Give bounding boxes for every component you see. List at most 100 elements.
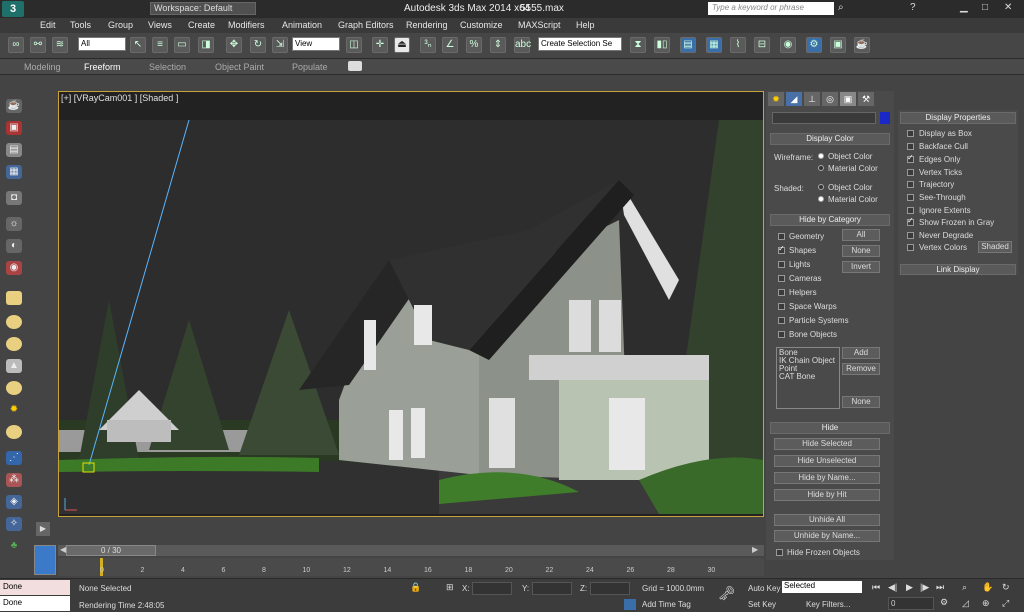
y-coord-field[interactable] xyxy=(532,582,572,595)
see-through-checkbox[interactable] xyxy=(907,194,914,201)
space-warps-checkbox[interactable] xyxy=(778,303,785,310)
shapes-checkbox[interactable] xyxy=(778,244,785,254)
geometry-checkbox[interactable] xyxy=(778,233,785,240)
modify-tab-icon[interactable]: ◢ xyxy=(786,92,802,106)
align-icon[interactable]: ▮▯ xyxy=(654,37,670,53)
lock-selection-icon[interactable]: 🔒 xyxy=(410,582,421,593)
hide-selected-button[interactable]: Hide Selected xyxy=(774,438,880,450)
nav-zoom-icon[interactable]: ⌕ xyxy=(962,582,967,593)
maxscript-listener-field[interactable]: Done xyxy=(0,580,70,595)
menu-graph-editors[interactable]: Graph Editors xyxy=(338,20,394,30)
mirror-icon[interactable]: ⧗ xyxy=(630,37,646,53)
tab-populate[interactable]: Populate xyxy=(292,62,328,72)
unhide-all-button[interactable]: Unhide All xyxy=(774,514,880,526)
maxscript-input-field[interactable]: Done xyxy=(0,596,70,611)
manipulate-icon[interactable]: ✛ xyxy=(372,37,388,53)
hide-by-category-rollout-header[interactable]: Hide by Category xyxy=(770,214,890,226)
sphere-icon[interactable] xyxy=(6,315,22,329)
close-icon[interactable]: ✕ xyxy=(1004,2,1012,13)
cloth-icon[interactable]: ◈ xyxy=(6,495,22,509)
rendered-frame-icon[interactable]: ▣ xyxy=(830,37,846,53)
cone-icon[interactable]: ▲ xyxy=(6,359,22,373)
vertex-colors-checkbox[interactable] xyxy=(907,244,914,251)
vertex-ticks-checkbox[interactable] xyxy=(907,169,914,176)
particle-systems-checkbox[interactable] xyxy=(778,317,785,324)
select-object-icon[interactable]: ↖ xyxy=(130,37,146,53)
nav-orbit-icon[interactable]: ↻ xyxy=(1002,582,1010,593)
cameras-checkbox[interactable] xyxy=(778,275,785,282)
hide-frozen-checkbox[interactable] xyxy=(776,549,783,556)
search-icon[interactable]: ⌕ xyxy=(838,2,844,13)
set-key-icon[interactable]: 🗝 xyxy=(718,585,736,602)
track-bar[interactable] xyxy=(58,558,764,576)
display-tab-icon[interactable]: ▣ xyxy=(840,92,856,106)
nav-fov-icon[interactable]: ◿ xyxy=(962,598,969,609)
utilities-tab-icon[interactable]: ⚒ xyxy=(858,92,874,106)
move-icon[interactable]: ✥ xyxy=(226,37,242,53)
shaded-button[interactable]: Shaded xyxy=(978,241,1012,253)
document-icon[interactable]: ▤ xyxy=(6,143,22,157)
time-config-icon[interactable]: ⚙ xyxy=(940,597,948,608)
schematic-view-icon[interactable]: ⊟ xyxy=(754,37,770,53)
plant-icon[interactable]: ♣ xyxy=(6,539,22,553)
next-frame-icon[interactable]: |▶ xyxy=(920,582,929,593)
nav-maximize-icon[interactable]: ⤢ xyxy=(1002,598,1009,609)
hide-by-name-button[interactable]: Hide by Name... xyxy=(774,472,880,484)
bone-objects-checkbox[interactable] xyxy=(778,331,785,338)
ribbon-options-icon[interactable] xyxy=(348,61,362,71)
display-color-rollout-header[interactable]: Display Color xyxy=(770,133,890,145)
unlink-icon[interactable]: ⚯ xyxy=(30,37,46,53)
helper-icon[interactable]: ◐ xyxy=(6,239,22,253)
box-icon[interactable] xyxy=(6,291,22,305)
render-icon[interactable]: ☕ xyxy=(854,37,870,53)
menu-views[interactable]: Views xyxy=(148,20,172,30)
go-to-end-icon[interactable]: ⏭ xyxy=(936,582,944,593)
scale-icon[interactable]: ⇲ xyxy=(272,37,288,53)
create-tab-icon[interactable]: ✹ xyxy=(768,92,784,106)
show-frozen-gray-checkbox[interactable] xyxy=(907,216,914,226)
teapot-icon[interactable]: ☕ xyxy=(6,99,22,113)
menu-maxscript[interactable]: MAXScript xyxy=(518,20,561,30)
minimize-icon[interactable]: ▁ xyxy=(960,2,968,13)
time-slider-thumb[interactable]: 0 / 30 xyxy=(66,545,156,556)
geosphere-icon[interactable] xyxy=(6,381,22,395)
time-tag-icon[interactable] xyxy=(624,599,636,610)
helpers-checkbox[interactable] xyxy=(778,289,785,296)
prev-frame-icon[interactable]: ◀| xyxy=(888,582,897,593)
link-icon[interactable]: ∞ xyxy=(8,37,24,53)
category-add-button[interactable]: Add xyxy=(842,347,880,359)
absolute-mode-icon[interactable]: ⊞ xyxy=(446,582,454,593)
curve-editor-icon[interactable]: ⌇ xyxy=(730,37,746,53)
maximize-icon[interactable]: □ xyxy=(982,2,988,13)
torus-icon[interactable] xyxy=(6,337,22,351)
render-frame-icon[interactable]: ▣ xyxy=(6,121,22,135)
menu-modifiers[interactable]: Modifiers xyxy=(228,20,265,30)
edges-only-checkbox[interactable] xyxy=(907,153,914,163)
category-none2-button[interactable]: None xyxy=(842,396,880,408)
hide-rollout-header[interactable]: Hide xyxy=(770,422,890,434)
category-invert-button[interactable]: Invert xyxy=(842,261,880,273)
tab-modeling[interactable]: Modeling xyxy=(24,62,61,72)
category-none-button[interactable]: None xyxy=(842,245,880,257)
nav-pan-icon[interactable]: ✋ xyxy=(982,582,993,593)
tab-freeform[interactable]: Freeform xyxy=(84,62,121,72)
motion-tab-icon[interactable]: ◎ xyxy=(822,92,838,106)
key-filters-button[interactable]: Key Filters... xyxy=(806,600,850,609)
key-mode-dropdown[interactable]: Selected xyxy=(782,581,862,593)
menu-animation[interactable]: Animation xyxy=(282,20,322,30)
window-crossing-icon[interactable]: ◨ xyxy=(198,37,214,53)
viewport-expand-icon[interactable]: ▶ xyxy=(36,522,50,536)
current-frame-field[interactable]: 0 xyxy=(888,597,934,610)
graphite-tools-icon[interactable]: ▦ xyxy=(706,37,722,53)
plane-icon[interactable] xyxy=(6,425,22,439)
shaded-material-color-radio[interactable] xyxy=(818,196,824,202)
timeline-next-icon[interactable]: ▶ xyxy=(752,545,758,554)
time-slider[interactable]: 0 / 30 xyxy=(58,545,764,556)
help-icon[interactable]: ? xyxy=(910,2,916,13)
set-key-button[interactable]: Set Key xyxy=(748,600,776,609)
tab-selection[interactable]: Selection xyxy=(149,62,186,72)
go-to-start-icon[interactable]: ⏮ xyxy=(872,582,880,593)
wireframe-material-color-radio[interactable] xyxy=(818,165,824,171)
trajectory-checkbox[interactable] xyxy=(907,181,914,188)
rect-selection-icon[interactable]: ▭ xyxy=(174,37,190,53)
